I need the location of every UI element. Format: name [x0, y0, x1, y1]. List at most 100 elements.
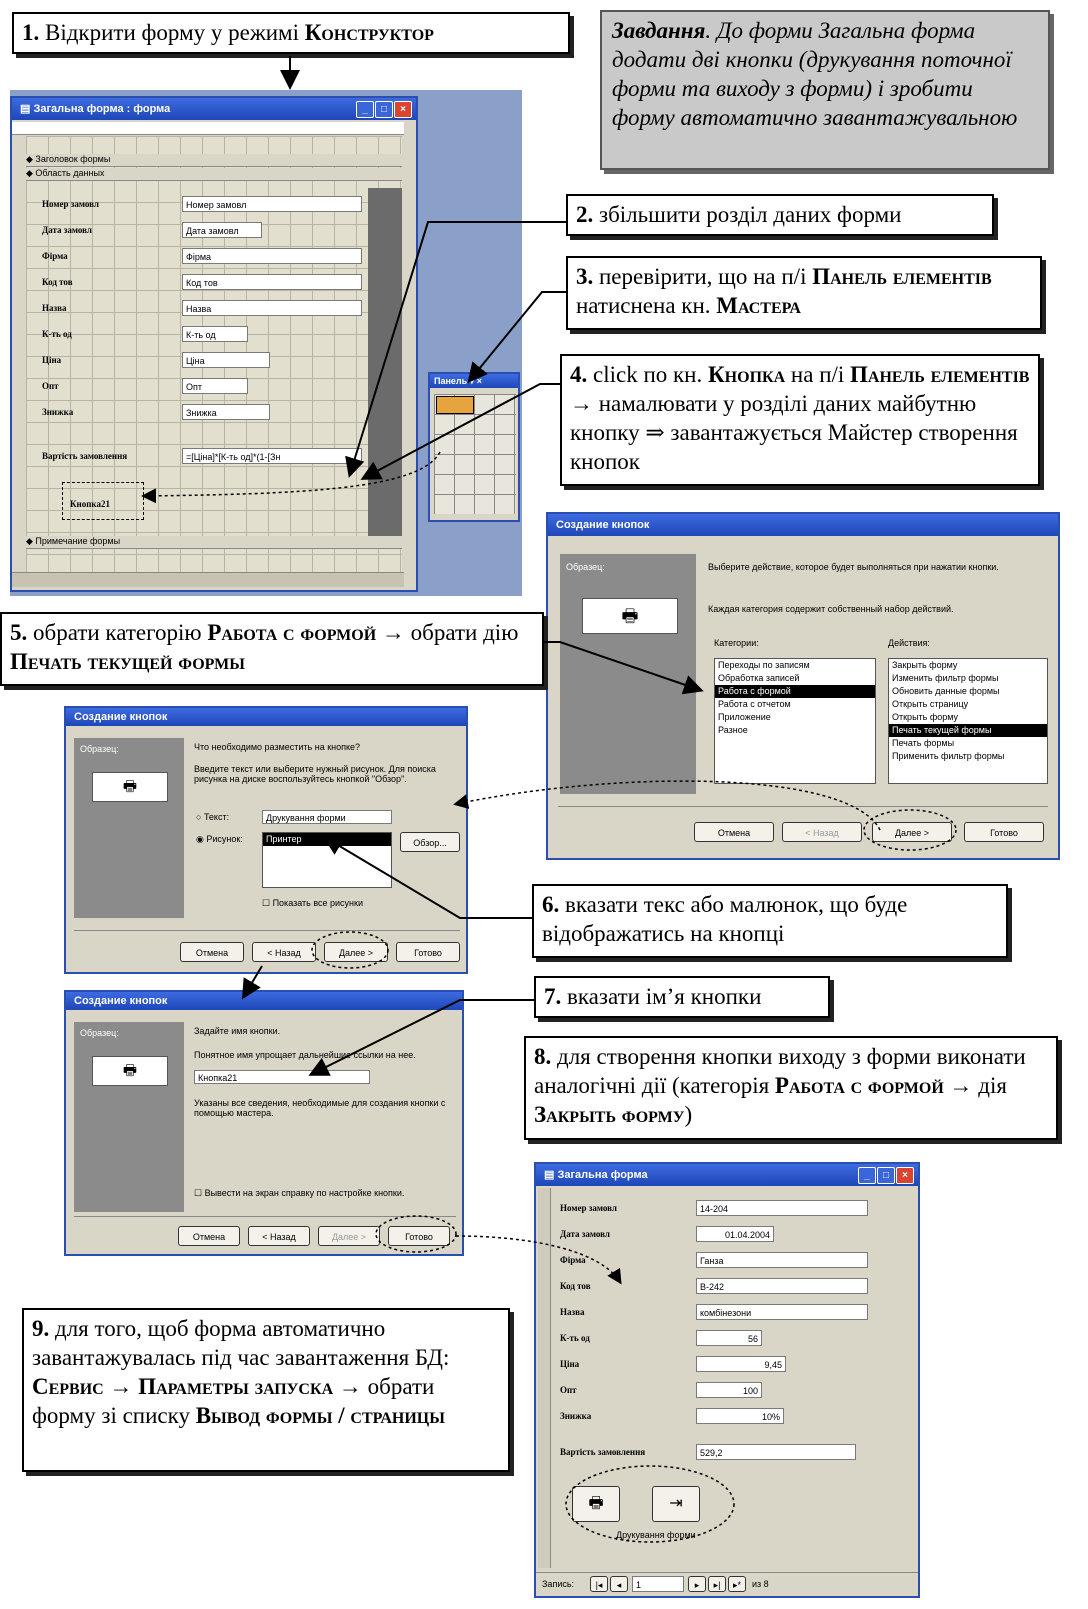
field-data[interactable]: Дата замовл	[182, 222, 262, 238]
wizard3-sample-button: 🖶	[92, 1056, 168, 1086]
checkbox-label: Показать все рисунки	[272, 898, 363, 908]
record-count: из 8	[752, 1579, 769, 1589]
picture-item-selected[interactable]: Принтер	[263, 833, 391, 846]
category-item-selected[interactable]: Работа с формой	[715, 685, 875, 698]
cancel-button[interactable]: Отмена	[178, 1226, 240, 1246]
category-item[interactable]: Разное	[715, 724, 875, 737]
back-button[interactable]: < Назад	[248, 1226, 310, 1246]
print-button-caption: Друкування форми	[616, 1530, 696, 1540]
wizard3-titlebar: Создание кнопок	[66, 992, 462, 1010]
maximize-icon[interactable]: □	[375, 101, 393, 118]
text-option[interactable]: ○ Текст:	[196, 812, 229, 822]
final-value[interactable]: комбінезони	[696, 1304, 868, 1320]
close-icon[interactable]: ×	[394, 101, 412, 118]
data-section-bar: ◆ Область данных	[26, 168, 402, 181]
step-text: → намалювати у розділі даних майбутню кн…	[570, 391, 1018, 474]
step-number: 6.	[542, 892, 560, 917]
text-option-input[interactable]: Друкування форми	[262, 810, 392, 824]
final-value[interactable]: 14-204	[696, 1200, 868, 1216]
next-button[interactable]: Далее >	[872, 822, 952, 842]
action-item[interactable]: Открыть форму	[889, 711, 1047, 724]
minimize-icon[interactable]: _	[356, 101, 374, 118]
wizard-toggle-icon[interactable]	[436, 396, 474, 414]
action-item[interactable]: Печать формы	[889, 737, 1047, 750]
exit-form-button[interactable]: ⇥	[652, 1486, 700, 1522]
step-text: натиснена кн.	[576, 293, 717, 318]
minimize-icon[interactable]: _	[858, 1167, 876, 1184]
field-firma[interactable]: Фірма	[182, 248, 362, 264]
final-value[interactable]: Ганза	[696, 1252, 868, 1268]
last-record-icon[interactable]: ▸|	[708, 1576, 726, 1592]
action-item[interactable]: Открыть страницу	[889, 698, 1047, 711]
step-keyword: Панель елементів	[812, 264, 992, 289]
step-8-callout: 8. для створення кнопки виходу з форми в…	[524, 1036, 1058, 1140]
back-button[interactable]: < Назад	[252, 942, 316, 962]
final-value[interactable]: 56	[696, 1330, 762, 1346]
close-icon[interactable]: ×	[896, 1167, 914, 1184]
finish-button[interactable]: Готово	[964, 822, 1044, 842]
first-record-icon[interactable]: |◂	[590, 1576, 608, 1592]
field-kod[interactable]: Код тов	[182, 274, 362, 290]
field-znyzhka[interactable]: Знижка	[182, 404, 270, 420]
grid-dark-area	[368, 188, 402, 538]
step-keyword: Вывод формы / страницы	[195, 1403, 445, 1428]
label-vartist: Вартість замовлення	[42, 451, 128, 461]
next-record-icon[interactable]: ▸	[688, 1576, 706, 1592]
prev-record-icon[interactable]: ◂	[610, 1576, 628, 1592]
wizard3-prompt2: Понятное имя упрощает дальнейшие ссылки …	[194, 1050, 416, 1060]
browse-button[interactable]: Обзор...	[400, 832, 460, 852]
field-kt[interactable]: К-ть од	[182, 326, 248, 342]
field-nazva[interactable]: Назва	[182, 300, 362, 316]
action-item[interactable]: Обновить данные формы	[889, 685, 1047, 698]
category-item[interactable]: Приложение	[715, 711, 875, 724]
final-label: Знижка	[560, 1411, 592, 1421]
category-item[interactable]: Обработка записей	[715, 672, 875, 685]
action-item[interactable]: Применить фильтр формы	[889, 750, 1047, 763]
final-value[interactable]: 01.04.2004	[696, 1226, 774, 1242]
back-button[interactable]: < Назад	[782, 822, 862, 842]
wizard1-sample-label: Образец:	[566, 562, 605, 572]
field-opt[interactable]: Опт	[182, 378, 248, 394]
category-item[interactable]: Переходы по записям	[715, 659, 875, 672]
button-name-input[interactable]: Кнопка21	[194, 1070, 370, 1084]
finish-button[interactable]: Готово	[396, 942, 460, 962]
picture-option[interactable]: ◉ Рисунок:	[196, 834, 243, 845]
help-checkbox[interactable]: ☐ Вывести на экран справку по настройке …	[194, 1188, 404, 1199]
action-item[interactable]: Закрыть форму	[889, 659, 1047, 672]
action-item[interactable]: Изменить фильтр формы	[889, 672, 1047, 685]
show-all-checkbox[interactable]: ☐ Показать все рисунки	[262, 898, 363, 909]
next-button[interactable]: Далее >	[324, 942, 388, 962]
categories-label: Категории:	[714, 638, 759, 648]
step-keyword: Сервис → Параметры запуска	[32, 1374, 334, 1399]
categories-list[interactable]: Переходы по записям Обработка записей Ра…	[714, 658, 876, 784]
cancel-button[interactable]: Отмена	[694, 822, 774, 842]
cancel-button[interactable]: Отмена	[180, 942, 244, 962]
picture-list[interactable]: Принтер	[262, 832, 392, 888]
step-number: 1.	[22, 20, 40, 45]
finish-button[interactable]: Готово	[388, 1226, 450, 1246]
final-value[interactable]: 10%	[696, 1408, 784, 1424]
designer-scrollbar[interactable]	[12, 572, 404, 587]
label-kod: Код тов	[42, 277, 73, 287]
print-form-button[interactable]: 🖶	[572, 1486, 620, 1522]
final-value[interactable]: 9,45	[696, 1356, 786, 1372]
field-nomer[interactable]: Номер замовл	[182, 196, 362, 212]
final-label: Код тов	[560, 1281, 591, 1291]
final-value[interactable]: 529,2	[696, 1444, 856, 1460]
actions-list[interactable]: Закрыть форму Изменить фильтр формы Обно…	[888, 658, 1048, 784]
next-button[interactable]: Далее >	[318, 1226, 380, 1246]
field-cina[interactable]: Ціна	[182, 352, 270, 368]
record-selector[interactable]	[538, 1188, 551, 1568]
field-vartist[interactable]: =[Ціна]*[К-ть од]*(1-[Зн	[182, 448, 362, 464]
wizard1-prompt2: Каждая категория содержит собственный на…	[708, 604, 954, 614]
final-value[interactable]: 100	[696, 1382, 762, 1398]
final-value[interactable]: В-242	[696, 1278, 868, 1294]
record-number-input[interactable]: 1	[632, 1576, 684, 1592]
window-title: Создание кнопок	[556, 519, 650, 531]
label-kt: К-ть од	[42, 329, 72, 339]
new-record-icon[interactable]: ▸*	[728, 1576, 746, 1592]
category-item[interactable]: Работа с отчетом	[715, 698, 875, 711]
maximize-icon[interactable]: □	[877, 1167, 895, 1184]
step-text: обрати категорію	[33, 620, 208, 645]
action-item-selected[interactable]: Печать текущей формы	[889, 724, 1047, 737]
